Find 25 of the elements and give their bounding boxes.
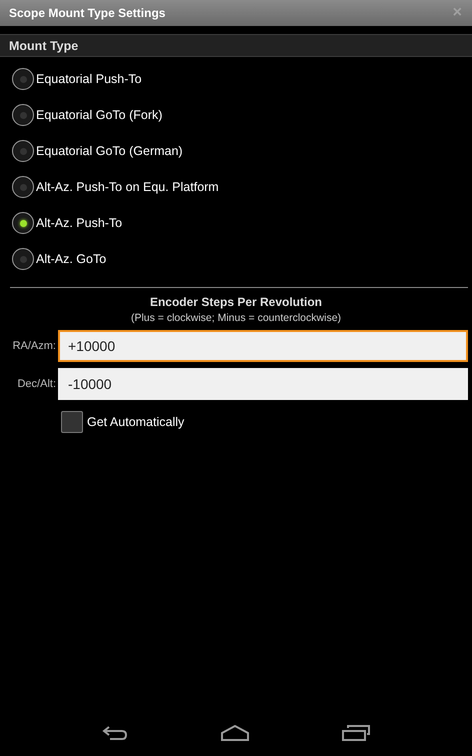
encoder-heading: Encoder Steps Per Revolution (148, 295, 324, 309)
section-title: Mount Type (9, 38, 78, 52)
radio-button[interactable] (12, 176, 34, 198)
checkbox-label: Get Automatically (87, 415, 184, 429)
radio-label[interactable]: Alt-Az. Push-To (36, 216, 122, 230)
window-title: Scope Mount Type Settings (9, 6, 166, 20)
radio-button[interactable] (12, 140, 34, 162)
radio-button[interactable] (12, 248, 34, 270)
radio-label[interactable]: Equatorial GoTo (German) (36, 144, 183, 158)
input-field[interactable]: -10000 (58, 368, 468, 400)
checkbox[interactable] (61, 411, 83, 433)
radio-label[interactable]: Equatorial GoTo (Fork) (36, 108, 162, 122)
radio-label[interactable]: Equatorial Push-To (36, 72, 142, 86)
input-field[interactable]: +10000 (58, 330, 468, 362)
radio-button[interactable] (12, 68, 34, 90)
radio-button[interactable] (12, 104, 34, 126)
radio-label[interactable]: Alt-Az. Push-To on Equ. Platform (36, 180, 219, 194)
encoder-note: (Plus = clockwise; Minus = counterclockwise) (130, 312, 342, 324)
home-icon[interactable] (220, 725, 250, 741)
back-icon[interactable] (102, 725, 128, 741)
radio-button[interactable] (12, 212, 34, 234)
field-label: Dec/Alt: (16, 378, 57, 390)
recent-apps-icon[interactable] (342, 725, 370, 741)
radio-label[interactable]: Alt-Az. GoTo (36, 252, 106, 266)
field-label: RA/Azm: (12, 340, 57, 352)
